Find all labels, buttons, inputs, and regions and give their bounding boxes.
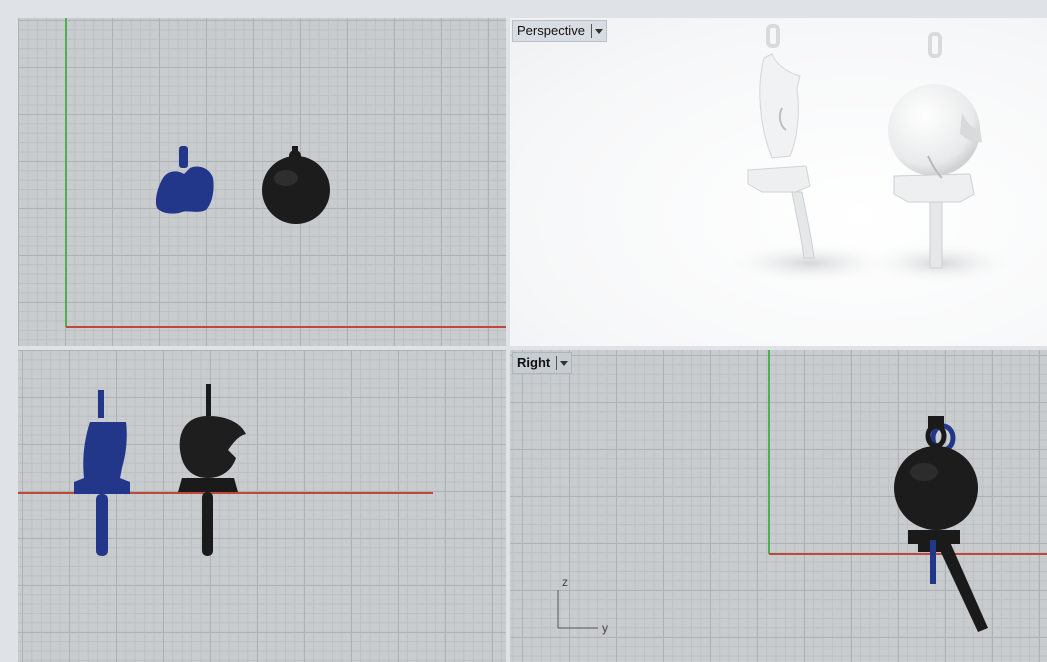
perspective-viewport-title[interactable]: Perspective: [512, 20, 607, 42]
dropdown-arrow-icon[interactable]: [590, 24, 603, 38]
right-viewport-title[interactable]: Right: [512, 352, 573, 374]
pendant-right-view[interactable]: [894, 416, 988, 632]
right-viewport[interactable]: z y Right: [510, 350, 1047, 662]
black-pendant-top[interactable]: [262, 146, 330, 224]
black-pendant-front[interactable]: [178, 384, 246, 556]
dropdown-arrow-icon[interactable]: [556, 356, 569, 370]
blue-pendant-top[interactable]: [155, 146, 214, 214]
perspective-canvas: [720, 24, 1020, 285]
viewport-name: Right: [517, 355, 551, 370]
sphere-pendant-render[interactable]: [888, 32, 982, 269]
blue-pendant-front[interactable]: [74, 390, 130, 556]
moon-pendant-render[interactable]: [747, 24, 815, 259]
axis-z-label: z: [562, 575, 568, 589]
top-viewport-canvas: [65, 18, 506, 328]
top-viewport[interactable]: [18, 18, 506, 346]
front-viewport[interactable]: [18, 350, 506, 662]
front-viewport-canvas: [18, 384, 433, 556]
perspective-viewport[interactable]: Perspective: [510, 18, 1047, 346]
axis-widget: z y: [557, 575, 608, 635]
right-viewport-canvas: z y: [557, 350, 1047, 635]
axis-y-label: y: [602, 621, 608, 635]
viewport-name: Perspective: [517, 23, 585, 38]
